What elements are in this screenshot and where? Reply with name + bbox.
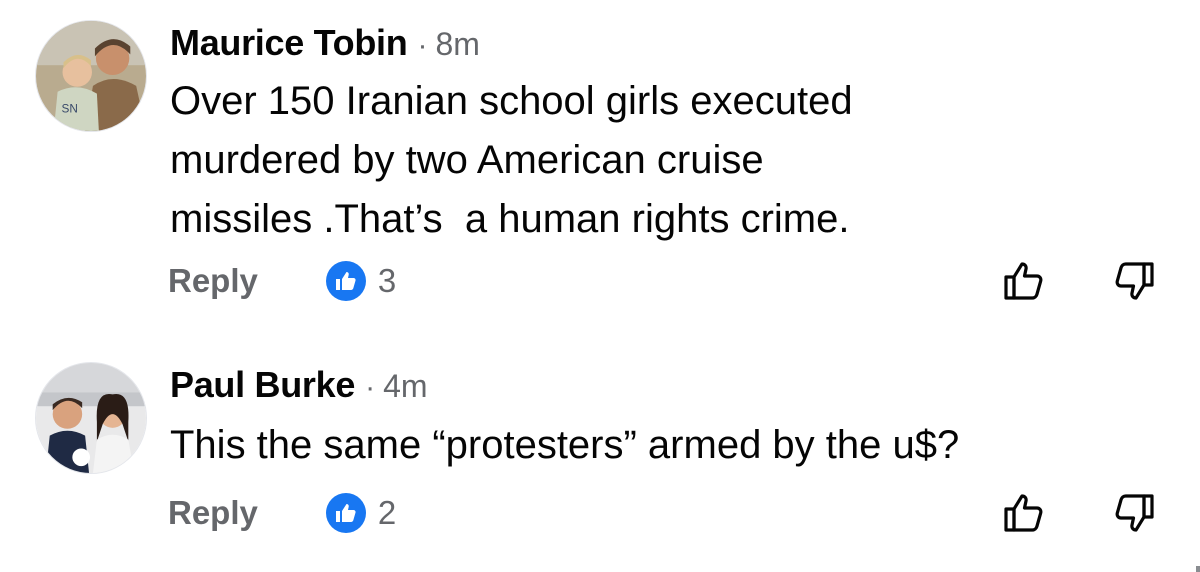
author-name[interactable]: Paul Burke [170, 364, 355, 406]
separator-dot: · [417, 29, 428, 62]
avatar[interactable]: SN [35, 20, 147, 132]
author-name[interactable]: Maurice Tobin [170, 22, 408, 64]
comment-actions: Reply 2 [168, 490, 396, 536]
reply-button[interactable]: Reply [168, 262, 258, 300]
avatar[interactable] [35, 362, 147, 474]
svg-text:SN: SN [62, 102, 78, 115]
downvote-button[interactable] [1110, 490, 1158, 538]
comment-item: Paul Burke · 4m This the same “protester… [0, 330, 1200, 572]
downvote-button[interactable] [1110, 258, 1158, 306]
thumbs-up-outline-icon [1004, 262, 1043, 300]
separator-dot: · [365, 371, 376, 404]
scrollbar[interactable] [1196, 566, 1200, 572]
comment-text: Over 150 Iranian school girls executed m… [170, 79, 853, 241]
comment-item: SN Maurice Tobin · 8m Over 150 Iranian s… [0, 0, 1200, 330]
thumbs-up-outline-icon [1004, 494, 1043, 532]
like-thumb-icon [325, 261, 366, 301]
comment-actions: Reply 3 [168, 258, 396, 304]
timestamp[interactable]: 4m [383, 368, 427, 405]
thumbs-down-outline-icon [1115, 494, 1154, 532]
like-thumb-icon [325, 493, 366, 533]
profile-photo-icon [36, 363, 146, 473]
upvote-button[interactable] [1000, 256, 1048, 304]
comment-meta: Paul Burke · 4m [170, 364, 428, 406]
comment-meta: Maurice Tobin · 8m [170, 22, 480, 64]
comment-text: This the same “protesters” armed by the … [170, 423, 960, 467]
timestamp[interactable]: 8m [435, 26, 479, 63]
reaction-summary[interactable]: 3 [325, 261, 397, 301]
like-count: 3 [377, 262, 397, 299]
thumbs-down-outline-icon [1115, 262, 1154, 300]
upvote-button[interactable] [1000, 488, 1048, 536]
like-count: 2 [377, 494, 397, 531]
reply-button[interactable]: Reply [168, 494, 258, 532]
profile-photo-icon: SN [36, 21, 146, 131]
reaction-summary[interactable]: 2 [325, 493, 397, 533]
